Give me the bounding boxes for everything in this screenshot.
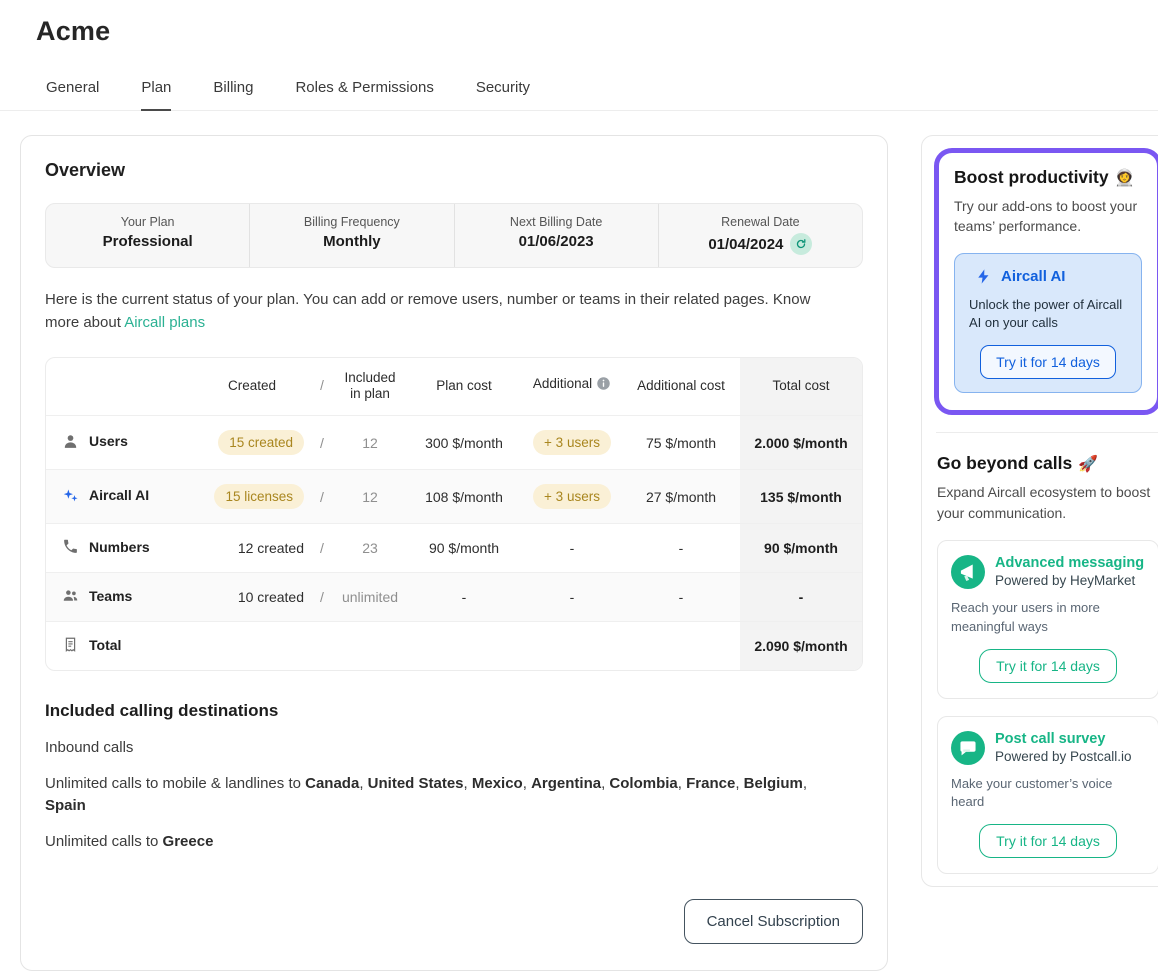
beyond-heading: Go beyond calls🚀 (937, 453, 1158, 474)
table-header-row: Created / Included in plan Plan cost Add… (46, 358, 862, 416)
plan-overview-card: Overview Your Plan Professional Billing … (20, 135, 888, 971)
user-icon (62, 433, 79, 450)
boost-subtext: Try our add-ons to boost your teams’ per… (954, 196, 1142, 237)
phone-icon (62, 538, 79, 555)
plan-usage-table: Created / Included in plan Plan cost Add… (45, 357, 863, 672)
plan-info-billing-frequency: Billing Frequency Monthly (250, 204, 454, 267)
post-call-survey-card: Post call survey Powered by Postcall.io … (937, 716, 1158, 875)
outbound-destinations-line: Unlimited calls to mobile & landlines to… (45, 773, 825, 818)
boost-productivity-card: Boost productivity👩‍🚀 Try our add-ons to… (934, 148, 1158, 415)
astronaut-emoji: 👩‍🚀 (1115, 168, 1135, 188)
addon-description: Unlock the power of Aircall AI on your c… (967, 296, 1129, 334)
cancel-subscription-button[interactable]: Cancel Subscription (684, 899, 863, 944)
partner-description: Make your customer’s voice heard (951, 775, 1145, 813)
inbound-calls-line: Inbound calls (45, 737, 825, 760)
tab-billing[interactable]: Billing (211, 71, 255, 110)
sidebar-divider (936, 432, 1158, 433)
table-row-numbers: Numbers 12 created / 23 90 $/month - - 9… (46, 524, 862, 573)
aircall-ai-addon-card: Aircall AI Unlock the power of Aircall A… (954, 253, 1142, 394)
speech-bubble-icon (951, 731, 985, 765)
greece-line: Unlimited calls to Greece (45, 831, 825, 854)
info-icon[interactable] (596, 376, 611, 396)
tab-security[interactable]: Security (474, 71, 532, 110)
try-post-call-survey-button[interactable]: Try it for 14 days (979, 824, 1117, 858)
partner-powered-by: Powered by HeyMarket (995, 573, 1144, 588)
partner-title: Advanced messaging (995, 555, 1144, 571)
table-row-users: Users 15 created / 12 300 $/month + 3 us… (46, 416, 862, 470)
header-plan-cost: Plan cost (406, 358, 522, 416)
plan-info-bar: Your Plan Professional Billing Frequency… (45, 203, 863, 268)
megaphone-icon (951, 555, 985, 589)
header-additional-cost: Additional cost (622, 358, 740, 416)
destinations-heading: Included calling destinations (45, 701, 863, 721)
boost-heading: Boost productivity👩‍🚀 (954, 167, 1142, 188)
partner-title: Post call survey (995, 731, 1132, 747)
overview-heading: Overview (45, 160, 863, 181)
plan-info-renewal-date: Renewal Date 01/04/2024 (659, 204, 862, 267)
header-additional: Additional (522, 358, 622, 416)
refresh-icon[interactable] (790, 233, 812, 255)
teams-icon (62, 587, 79, 604)
tab-roles-permissions[interactable]: Roles & Permissions (293, 71, 435, 110)
plan-info-next-billing-date: Next Billing Date 01/06/2023 (455, 204, 659, 267)
table-row-total: Total 2.090 $/month (46, 622, 862, 671)
table-row-teams: Teams 10 created / unlimited - - - - (46, 573, 862, 622)
try-advanced-messaging-button[interactable]: Try it for 14 days (979, 649, 1117, 683)
tab-general[interactable]: General (44, 71, 101, 110)
created-badge: 15 licenses (214, 484, 304, 509)
tab-bar: General Plan Billing Roles & Permissions… (0, 71, 1158, 111)
addon-title: Aircall AI (1001, 268, 1065, 285)
header-total-cost: Total cost (740, 358, 862, 416)
sparkles-icon (62, 487, 79, 504)
page-header: Acme (0, 0, 1158, 47)
header-item (46, 358, 194, 416)
addons-sidebar: Boost productivity👩‍🚀 Try our add-ons to… (921, 135, 1158, 887)
advanced-messaging-card: Advanced messaging Powered by HeyMarket … (937, 540, 1158, 699)
plan-info-your-plan: Your Plan Professional (46, 204, 250, 267)
additional-badge: + 3 users (533, 484, 611, 509)
go-beyond-calls-section: Go beyond calls🚀 Expand Aircall ecosyste… (934, 453, 1158, 874)
partner-description: Reach your users in more meaningful ways (951, 599, 1145, 637)
beyond-subtext: Expand Aircall ecosystem to boost your c… (937, 482, 1158, 523)
header-created: Created (194, 358, 310, 416)
additional-badge: + 3 users (533, 430, 611, 455)
receipt-icon (62, 636, 79, 653)
aircall-plans-link[interactable]: Aircall plans (124, 314, 205, 331)
table-row-aircall-ai: Aircall AI 15 licenses / 12 108 $/month … (46, 470, 862, 524)
rocket-emoji: 🚀 (1078, 454, 1098, 474)
page-title: Acme (36, 16, 1122, 47)
bolt-icon (975, 268, 992, 285)
plan-description: Here is the current status of your plan.… (45, 288, 835, 335)
try-aircall-ai-button[interactable]: Try it for 14 days (980, 345, 1116, 379)
partner-powered-by: Powered by Postcall.io (995, 749, 1132, 764)
created-badge: 15 created (218, 430, 304, 455)
tab-plan[interactable]: Plan (139, 71, 173, 110)
header-slash: / (310, 358, 334, 416)
header-included: Included in plan (334, 358, 406, 416)
